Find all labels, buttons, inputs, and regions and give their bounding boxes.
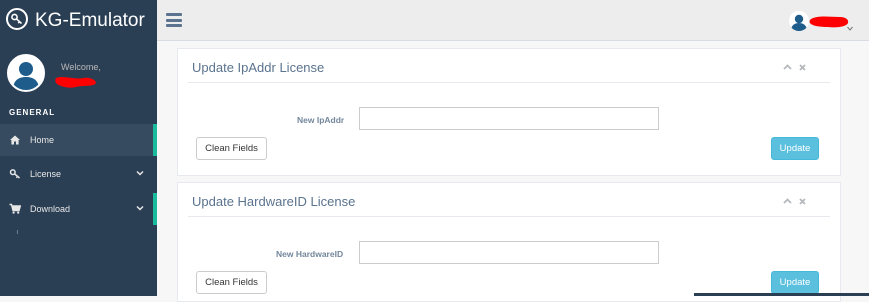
field-label: New IpAddr	[297, 115, 345, 125]
panel-update-ipaddr: Update IpAddr License New IpAddr Clean F…	[177, 48, 841, 176]
update-button[interactable]: Update	[771, 137, 819, 160]
sidebar: KG-Emulator Welcome, GENERAL Home Licens	[0, 0, 157, 296]
ipaddr-input[interactable]	[359, 107, 659, 130]
top-navbar	[157, 0, 869, 41]
user-avatar-icon[interactable]	[789, 11, 809, 31]
clean-fields-button[interactable]: Clean Fields	[196, 271, 267, 294]
divider	[17, 230, 18, 234]
sidebar-item-label: License	[30, 169, 62, 179]
panel-title: Update IpAddr License	[192, 60, 325, 75]
key-icon	[9, 168, 21, 180]
chevron-up-icon[interactable]	[783, 197, 792, 206]
chevron-down-icon	[136, 204, 144, 212]
key-icon	[6, 8, 28, 30]
close-icon[interactable]	[798, 197, 807, 206]
hardwareid-input[interactable]	[359, 241, 659, 264]
app-title: KG-Emulator	[35, 10, 145, 31]
redacted-username	[809, 16, 849, 28]
sidebar-item-label: Home	[30, 135, 55, 145]
chevron-down-icon	[136, 169, 144, 177]
chevron-down-icon[interactable]	[847, 18, 853, 31]
field-label: New HardwareID	[276, 249, 344, 259]
clean-fields-button[interactable]: Clean Fields	[196, 137, 267, 160]
redacted-username	[55, 77, 96, 88]
brand[interactable]: KG-Emulator	[0, 0, 157, 42]
sidebar-item-home[interactable]: Home	[0, 124, 157, 156]
section-title-general: GENERAL	[9, 108, 56, 117]
user-avatar-icon	[7, 54, 45, 92]
chevron-up-icon[interactable]	[783, 63, 792, 72]
update-button[interactable]: Update	[771, 271, 819, 294]
home-icon	[9, 134, 21, 146]
panel-divider	[188, 82, 830, 83]
close-icon[interactable]	[798, 63, 807, 72]
cart-icon	[9, 203, 22, 215]
sidebar-item-label: Download	[30, 204, 71, 214]
sidebar-item-license[interactable]: License	[0, 158, 157, 190]
sidebar-item-download[interactable]: Download	[0, 193, 157, 225]
panel-update-hardwareid: Update HardwareID License New HardwareID…	[177, 182, 841, 302]
panel-divider	[188, 216, 830, 217]
hamburger-icon[interactable]	[166, 13, 182, 27]
panel-title: Update HardwareID License	[192, 194, 356, 209]
welcome-text: Welcome,	[61, 62, 101, 72]
